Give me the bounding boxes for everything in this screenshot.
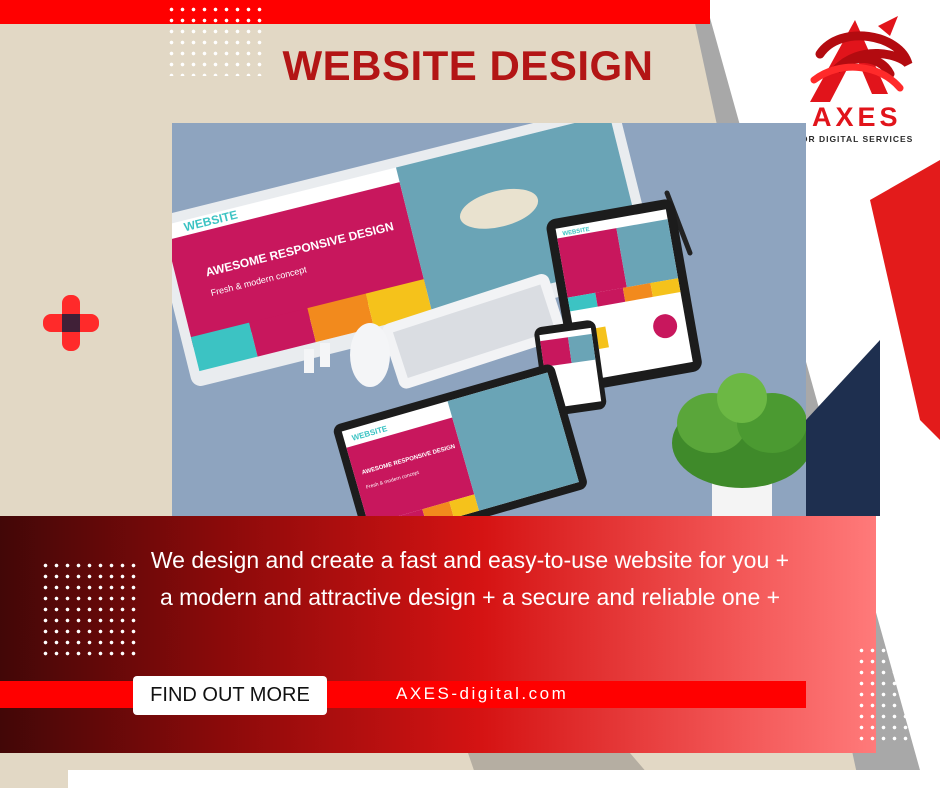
website-link[interactable]: AXES-digital.com <box>396 682 696 706</box>
top-red-bar <box>0 0 710 24</box>
plus-icon <box>43 295 99 351</box>
mouse <box>350 323 390 387</box>
dot-grid-top <box>166 4 266 76</box>
bottom-white-strip <box>68 770 940 788</box>
service-description: We design and create a fast and easy-to-… <box>150 547 790 610</box>
brand-name: AXES <box>812 102 902 132</box>
hero-image: WEBSITE AWESOME RESPONSIVE DESIGN Fresh … <box>172 123 806 516</box>
dot-grid-right <box>856 645 940 745</box>
devices-illustration: WEBSITE AWESOME RESPONSIVE DESIGN Fresh … <box>172 123 806 516</box>
find-out-more-button[interactable]: FIND OUT MORE <box>133 676 327 715</box>
page-title: WEBSITE DESIGN <box>282 42 654 89</box>
dot-grid-left <box>40 560 140 658</box>
